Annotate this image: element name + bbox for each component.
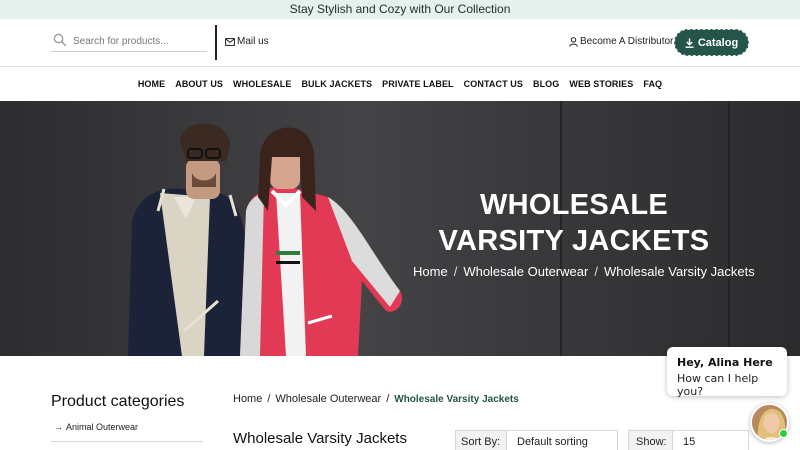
search-icon[interactable]: [53, 33, 67, 47]
site-header: Mail us Become A Distributor Catalog: [0, 19, 800, 67]
sidebar-title: Product categories: [51, 393, 185, 410]
search-input[interactable]: [73, 31, 205, 51]
sort-select[interactable]: Sort By: Default sorting: [455, 430, 618, 450]
hero-crumb-outerwear[interactable]: Wholesale Outerwear: [463, 264, 588, 279]
crumb-separator: /: [386, 393, 390, 405]
crumb-separator: /: [267, 393, 271, 405]
announcement-text: Stay Stylish and Cozy with Our Collectio…: [289, 2, 511, 16]
crumb-separator: /: [594, 264, 598, 279]
breadcrumb: Home / Wholesale Outerwear / Wholesale V…: [233, 393, 519, 405]
show-select[interactable]: Show: 15: [628, 430, 749, 450]
user-icon: [569, 36, 578, 47]
crumb-separator: /: [453, 264, 458, 279]
crumb-home[interactable]: Home: [233, 393, 262, 405]
mail-label: Mail us: [237, 36, 269, 47]
hero-title: WHOLESALE VARSITY JACKETS: [438, 189, 710, 257]
sort-label: Sort By:: [456, 431, 507, 450]
download-icon: [685, 38, 694, 48]
chat-bubble[interactable]: Hey, Alina Here How can I help you?: [667, 347, 787, 398]
main-nav: HOME ABOUT US WHOLESALE BULK JACKETS PRI…: [0, 67, 800, 101]
announcement-bar: Stay Stylish and Cozy with Our Collectio…: [0, 0, 800, 19]
nav-item-faq[interactable]: FAQ: [638, 79, 667, 89]
hero-crumb-home[interactable]: Home: [413, 264, 448, 279]
show-value[interactable]: 15: [673, 431, 695, 450]
nav-item-private-label[interactable]: PRIVATE LABEL: [377, 79, 458, 89]
search-box[interactable]: [51, 30, 207, 52]
distributor-link[interactable]: Become A Distributor: [569, 36, 673, 47]
hero-banner: WHOLESALE VARSITY JACKETS Home / Wholesa…: [0, 101, 800, 356]
hero-breadcrumb: Home / Wholesale Outerwear / Wholesale V…: [413, 264, 755, 279]
nav-item-home[interactable]: HOME: [133, 79, 170, 89]
category-label: Animal Outerwear: [66, 422, 139, 432]
category-item[interactable]: → Animal Outerwear: [51, 422, 203, 442]
show-label: Show:: [629, 431, 673, 450]
catalog-button[interactable]: Catalog: [674, 29, 749, 56]
mail-link[interactable]: Mail us: [225, 36, 269, 47]
crumb-outerwear[interactable]: Wholesale Outerwear: [275, 393, 381, 405]
online-status-dot: [779, 429, 788, 438]
nav-item-bulk-jackets[interactable]: BULK JACKETS: [296, 79, 377, 89]
nav-item-blog[interactable]: BLOG: [528, 79, 564, 89]
chat-greeting: Hey, Alina Here: [677, 356, 773, 369]
envelope-icon: [225, 37, 235, 46]
nav-item-about-us[interactable]: ABOUT US: [170, 79, 228, 89]
sort-value[interactable]: Default sorting: [507, 431, 588, 450]
nav-item-web-stories[interactable]: WEB STORIES: [564, 79, 638, 89]
nav-item-contact-us[interactable]: CONTACT US: [459, 79, 528, 89]
arrow-right-icon: →: [54, 422, 63, 432]
hero-crumb-current: Wholesale Varsity Jackets: [603, 264, 755, 279]
catalog-label: Catalog: [697, 36, 739, 49]
chat-message: How can I help you?: [677, 372, 759, 398]
crumb-current: Wholesale Varsity Jackets: [394, 393, 519, 405]
page-title: Wholesale Varsity Jackets: [233, 430, 407, 447]
distributor-label: Become A Distributor: [580, 36, 674, 47]
header-divider: [215, 25, 217, 60]
nav-item-wholesale[interactable]: WHOLESALE: [228, 79, 296, 89]
